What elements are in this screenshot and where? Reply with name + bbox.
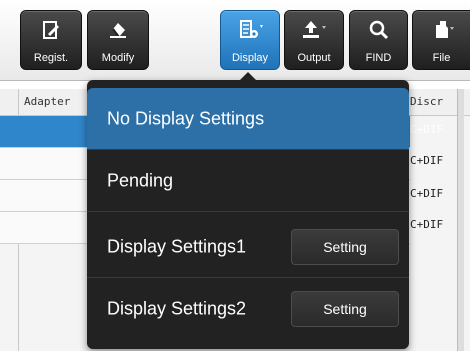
display-label: Display (231, 52, 269, 64)
display-settings2-setting-button[interactable]: Setting (291, 290, 399, 327)
file-icon (413, 19, 470, 43)
modify-button[interactable]: Modify (87, 10, 149, 70)
menu-item-label: Display Settings2 (107, 298, 247, 318)
table-cell: C+DIF (410, 187, 444, 200)
column-header-discr[interactable]: Discr (410, 95, 443, 108)
upload-icon (285, 19, 343, 43)
menu-item-label: Pending (107, 170, 174, 190)
output-label: Output (297, 52, 331, 64)
display-settings1-setting-button[interactable]: Setting (291, 228, 399, 265)
menu-item-label: Display Settings1 (107, 236, 247, 256)
table-cell: C+DIF (410, 154, 444, 167)
pencil-icon (21, 19, 81, 43)
modify-label: Modify (101, 52, 135, 64)
table-cell: C+DIF (410, 218, 444, 231)
toolbar: Regist. Modify Display Output FIND File (0, 0, 470, 81)
regist-label: Regist. (33, 52, 69, 64)
find-label: FIND (365, 52, 392, 64)
output-button[interactable]: Output (284, 10, 344, 70)
table-cell: C+DIF (410, 123, 444, 136)
menu-item-no-display-settings[interactable]: No Display Settings (87, 88, 409, 150)
find-button[interactable]: FIND (349, 10, 408, 70)
menu-item-display-settings2[interactable]: Display Settings2 Setting (87, 278, 409, 339)
eraser-icon (88, 19, 148, 43)
display-dropdown-menu: No Display Settings Pending Display Sett… (87, 72, 409, 349)
display-button[interactable]: Display (220, 10, 280, 70)
search-icon (350, 19, 407, 43)
display-settings-icon (221, 19, 279, 43)
regist-button[interactable]: Regist. (20, 10, 82, 70)
vertical-scrollbar[interactable] (457, 89, 464, 351)
file-button[interactable]: File (412, 10, 470, 70)
menu-caret (239, 72, 257, 81)
column-header-adapter[interactable]: Adapter (24, 95, 70, 108)
menu-item-label: No Display Settings (107, 108, 265, 128)
menu-item-display-settings1[interactable]: Display Settings1 Setting (87, 216, 409, 278)
file-label: File (432, 52, 451, 64)
menu-item-pending[interactable]: Pending (87, 150, 409, 212)
